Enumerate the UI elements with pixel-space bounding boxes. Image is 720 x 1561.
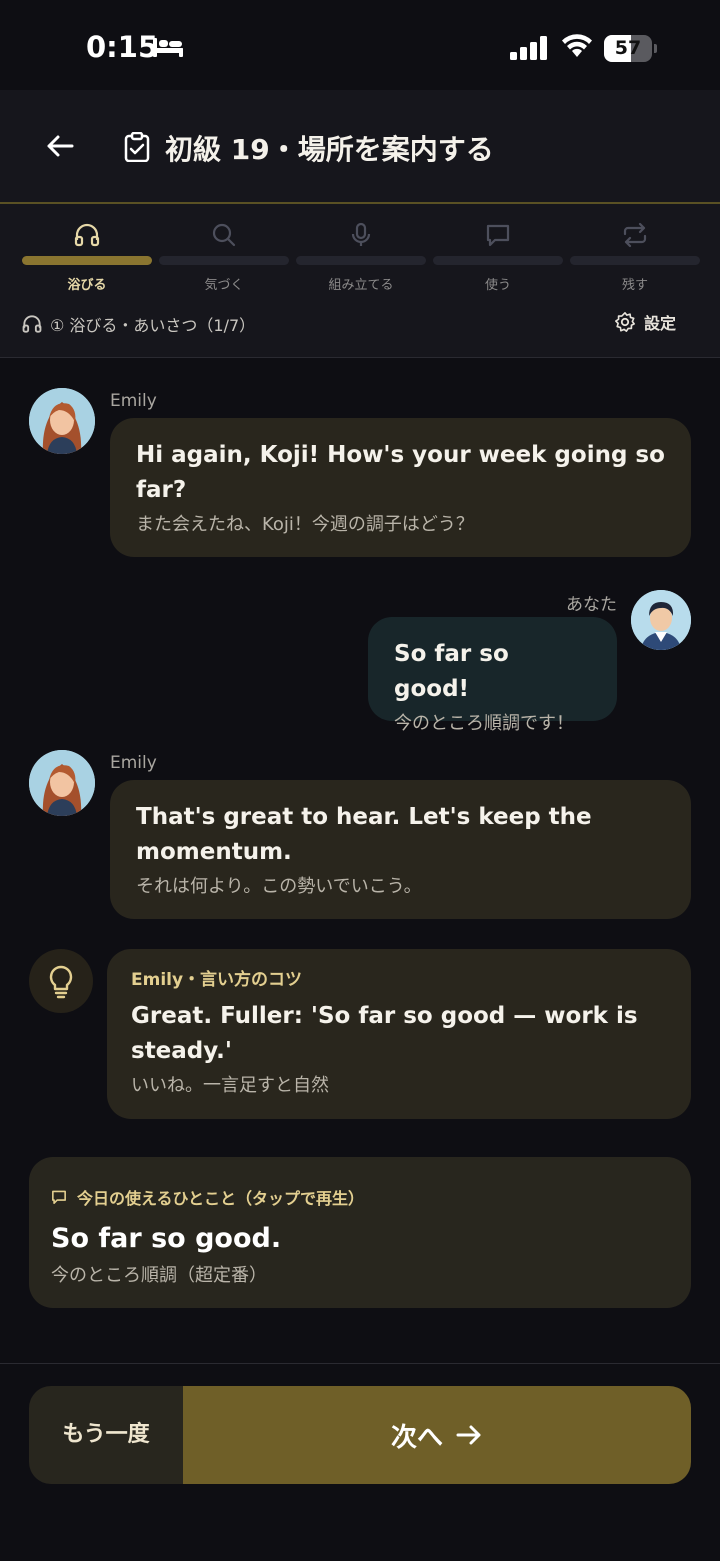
footer-divider xyxy=(0,1363,720,1364)
bed-icon xyxy=(153,38,183,57)
phrase-of-day-card[interactable]: 今日の使えるひとこと（タップで再生） So far so good. 今のところ… xyxy=(29,1157,691,1308)
phrase-heading: 今日の使えるひとこと（タップで再生） xyxy=(77,1189,365,1208)
status-time: 0:15 xyxy=(86,30,159,64)
message-bubble[interactable]: Hi again, Koji! How's your week going so… xyxy=(110,418,691,557)
chat-icon xyxy=(486,224,510,247)
replay-button[interactable]: もう一度 xyxy=(29,1386,183,1484)
status-bar: 0:15 57 xyxy=(0,0,720,90)
wifi-icon xyxy=(562,34,592,57)
search-icon xyxy=(212,223,236,247)
step-progress: 浴びる 気づく 組み立てる 使う 残す ① 浴びる・あいさつ（1/7） 設定 xyxy=(0,204,720,358)
gear-icon xyxy=(615,312,635,332)
next-button[interactable]: 次へ xyxy=(183,1386,691,1484)
speaker-name: Emily xyxy=(110,753,157,773)
avatar-emily xyxy=(29,750,95,816)
phrase-heading-row: 今日の使えるひとこと（タップで再生） xyxy=(51,1185,364,1209)
arrow-right-icon xyxy=(456,1425,481,1445)
message-japanese: 今のところ順調です！ xyxy=(394,713,574,734)
lesson-header: 初級 19・場所を案内する xyxy=(0,90,720,204)
message-bubble-mine[interactable]: So far so good! 今のところ順調です！ xyxy=(368,617,617,734)
back-arrow-icon[interactable] xyxy=(44,130,76,162)
clipboard-check-icon xyxy=(124,132,150,162)
message-bubble[interactable]: That's great to hear. Let's keep the mom… xyxy=(110,780,691,919)
phrase-japanese: 今のところ順調（超定番） xyxy=(51,1265,267,1286)
tip-card[interactable]: Emily・言い方のコツ Great. Fuller: 'So far so g… xyxy=(107,949,691,1119)
phrase-english: So far so good. xyxy=(51,1223,282,1254)
next-label: 次へ xyxy=(390,1422,443,1453)
section-progress: ① 浴びる・あいさつ（1/7） xyxy=(22,312,255,336)
avatar-emily xyxy=(29,388,95,454)
avatar-you xyxy=(631,590,691,650)
mic-icon xyxy=(351,222,371,246)
chat-icon xyxy=(52,1190,66,1204)
tip-japanese: いいね。一言足すと自然 xyxy=(131,1075,329,1096)
speaker-name: Emily xyxy=(110,391,157,411)
message-japanese: それは何より。この勢いでいこう。 xyxy=(136,876,422,897)
tip-english: Great. Fuller: 'So far so good — work is… xyxy=(131,1003,638,1064)
section-progress-text: ① 浴びる・あいさつ（1/7） xyxy=(50,316,256,335)
repeat-icon xyxy=(623,222,647,248)
settings-button[interactable]: 設定 xyxy=(614,310,676,334)
speaker-name: あなた xyxy=(566,595,617,615)
signal-icon xyxy=(510,36,547,60)
battery-indicator: 57 xyxy=(604,35,657,62)
tip-icon-badge xyxy=(29,949,93,1013)
message-english: So far so good! xyxy=(394,641,509,702)
headphones-icon xyxy=(74,223,100,247)
tip-heading: Emily・言い方のコツ xyxy=(131,970,303,990)
message-english: That's great to hear. Let's keep the mom… xyxy=(136,804,592,865)
headphones-icon xyxy=(22,315,42,333)
page-title: 初級 19・場所を案内する xyxy=(165,133,494,166)
settings-label: 設定 xyxy=(644,314,677,333)
message-japanese: また会えたね、Koji！今週の調子はどう？ xyxy=(136,514,474,535)
message-english: Hi again, Koji! How's your week going so… xyxy=(136,442,665,503)
lightbulb-icon xyxy=(49,965,73,999)
battery-percent: 57 xyxy=(614,37,642,59)
